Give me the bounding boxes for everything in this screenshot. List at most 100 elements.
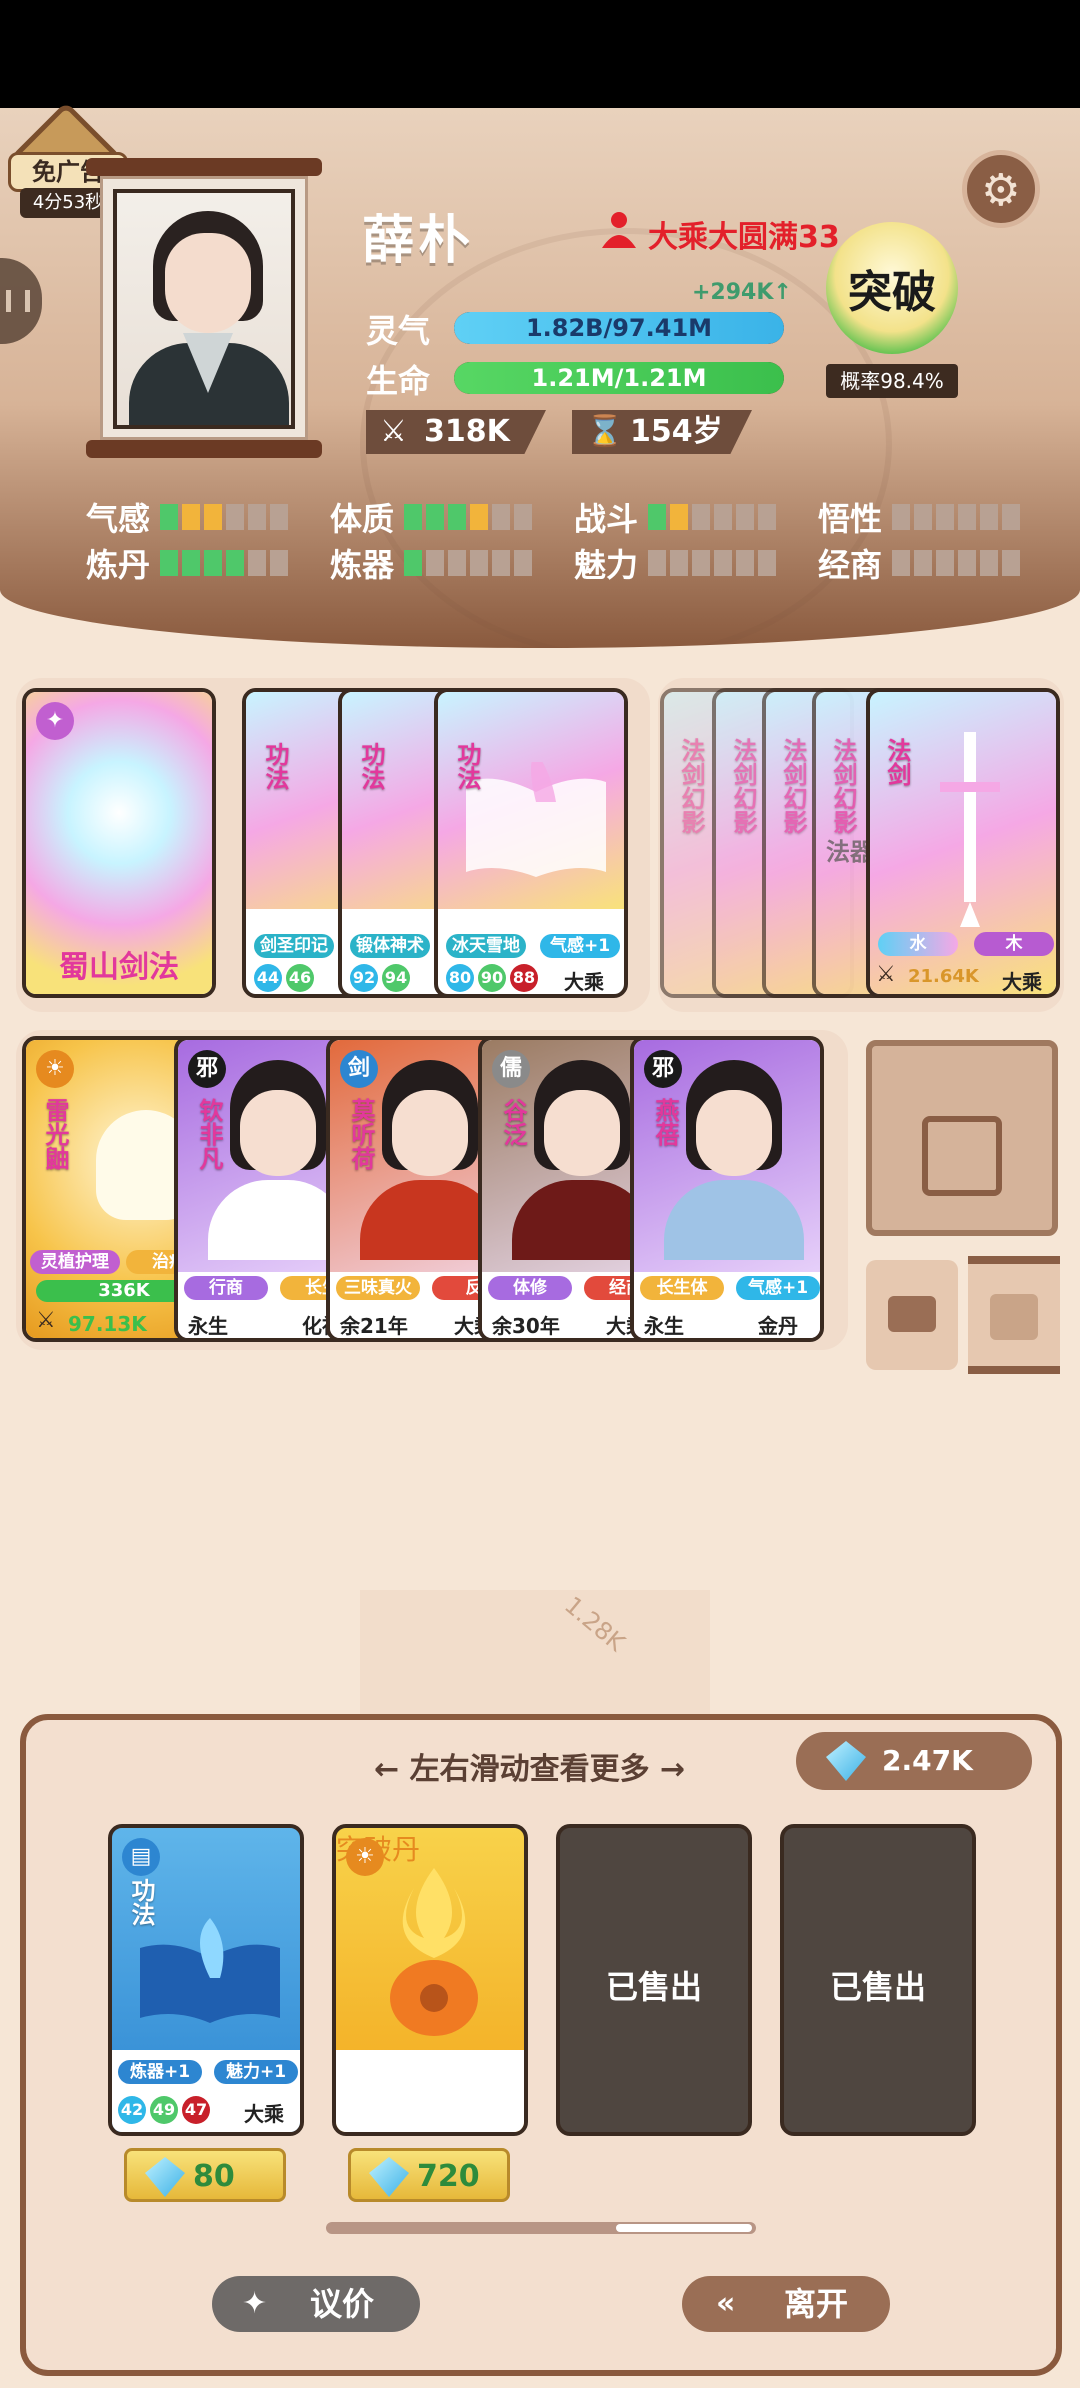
attribute-pip	[692, 504, 711, 530]
gear-icon: ⚙	[981, 165, 1021, 216]
card-rank: 大乘	[564, 970, 604, 994]
faction-badge: 邪	[644, 1050, 682, 1088]
attribute-pip	[492, 504, 511, 530]
leave-label: 离开	[784, 2285, 849, 2323]
card-kind: 功法	[357, 742, 385, 790]
attribute-pip	[1002, 550, 1021, 576]
gem-icon	[145, 2157, 185, 2197]
attribute-grid: 气感 体质 战斗 悟性 炼丹 炼器 魅力 经商	[86, 494, 1026, 594]
cultivation-realm: 大乘大圆满33	[648, 220, 840, 255]
storage-button[interactable]	[866, 1260, 958, 1370]
attribute-pip	[648, 504, 667, 530]
attribute-pip	[892, 504, 911, 530]
card-tag: 气感+1	[540, 934, 620, 958]
shop-item-technique[interactable]: ▤ 功法 炼器+1 魅力+1 42 49 47 大乘	[108, 1824, 304, 2136]
attribute-pip	[160, 504, 179, 530]
card-footer	[336, 2050, 524, 2132]
attribute-pip	[470, 550, 489, 576]
attribute-pip	[980, 504, 999, 530]
companion-lifespan: 永生	[644, 1314, 684, 1338]
shop-item-price[interactable]: 720	[348, 2148, 510, 2202]
player-age: ⌛ 154岁	[572, 410, 752, 454]
faction-badge: 儒	[492, 1050, 530, 1088]
companion-rank: 金丹	[758, 1314, 798, 1338]
companion-avatar	[240, 1090, 316, 1176]
attribute-pip	[470, 504, 489, 530]
attribute-pip	[670, 550, 689, 576]
companion-avatar	[544, 1090, 620, 1176]
breakthrough-button[interactable]: 突破	[826, 222, 958, 354]
weapon-power: 21.64K	[908, 966, 979, 987]
attribute-pip	[714, 504, 733, 530]
companion-card[interactable]: 邪燕蓓 长生体 气感+1 永生 金丹	[630, 1036, 824, 1342]
sword-power-icon: ⚔	[876, 962, 896, 987]
attribute-pip	[404, 504, 423, 530]
scrollbar-thumb[interactable]	[616, 2224, 752, 2232]
companion-lifespan: 余21年	[340, 1314, 408, 1338]
attribute-pip	[514, 550, 533, 576]
card-stat: 94	[382, 964, 410, 992]
shop-scrollbar[interactable]	[326, 2222, 756, 2234]
scroll-rod-bottom	[86, 440, 322, 458]
weapon-card-main[interactable]: 法剑 水 木 ⚔ 21.64K 大乘	[866, 688, 1060, 998]
attribute-pip	[758, 550, 777, 576]
card-stat: 80	[446, 964, 474, 992]
attribute-pip	[270, 504, 289, 530]
companion-tag: 三味真火	[336, 1276, 420, 1300]
attribute: 经商	[818, 540, 1021, 586]
card-tag: 炼器+1	[118, 2060, 202, 2084]
shrine-building-button[interactable]	[866, 1040, 1058, 1236]
gem-icon	[826, 1741, 866, 1781]
element-tag: 木	[974, 932, 1054, 956]
shop-item-price[interactable]: 80	[124, 2148, 286, 2202]
player-name: 薛朴	[362, 211, 475, 271]
card-tag: 魅力+1	[214, 2060, 298, 2084]
attribute-pip	[514, 504, 533, 530]
arrow-left-icon: «	[716, 2286, 736, 2321]
gem-icon	[369, 2157, 409, 2197]
attribute: 气感	[86, 494, 289, 540]
lingqi-gain: +294K↑	[692, 280, 792, 305]
attribute-pip	[648, 550, 667, 576]
attribute-pip	[448, 504, 467, 530]
attribute-pip	[226, 550, 245, 576]
coin-icon	[922, 1116, 1002, 1196]
attribute-pip	[714, 550, 733, 576]
companion-lifespan: 永生	[188, 1314, 228, 1338]
companion-avatar	[392, 1090, 468, 1176]
attribute: 悟性	[818, 494, 1021, 540]
attribute-name: 炼器	[330, 546, 395, 584]
attribute-pips	[892, 504, 1021, 530]
negotiate-button[interactable]: ✦ 议价	[212, 2276, 420, 2332]
attribute-pip	[404, 550, 423, 576]
attribute-pip	[736, 504, 755, 530]
technique-card-front[interactable]: 功法 冰天雪地 气感+1 80 90 88 大乘	[434, 688, 628, 998]
card-stat: 92	[350, 964, 378, 992]
technique-card-main[interactable]: ✦ 蜀山剑法	[22, 688, 216, 998]
attribute-pip	[204, 550, 223, 576]
attribute-pip	[958, 550, 977, 576]
card-stat: 49	[150, 2096, 178, 2124]
attribute-name: 魅力	[574, 546, 639, 584]
companion-lifespan: 余30年	[492, 1314, 560, 1338]
leave-button[interactable]: « 离开	[682, 2276, 890, 2332]
attribute-pip	[980, 550, 999, 576]
settings-button[interactable]: ⚙	[962, 150, 1040, 228]
attribute: 炼器	[330, 540, 533, 586]
card-stat: 44	[254, 964, 282, 992]
shop-scroll-hint: ← 左右滑动查看更多 →	[374, 1752, 686, 1787]
negotiate-label: 议价	[310, 2285, 375, 2323]
card-kind: 法剑幻影	[779, 738, 807, 834]
scroll-button[interactable]	[968, 1256, 1060, 1374]
attribute-pip	[936, 550, 955, 576]
sold-label: 已售出	[829, 1968, 926, 2006]
element-tag: 水	[878, 932, 958, 956]
attribute-pips	[160, 550, 289, 576]
attribute-pip	[226, 504, 245, 530]
gem-balance: 2.47K	[796, 1732, 1032, 1790]
player-portrait[interactable]	[86, 158, 322, 458]
shop-item-breakthrough-pill[interactable]: ☀ 突破丹	[332, 1824, 528, 2136]
companion-tag: 行商	[184, 1276, 268, 1300]
combat-power: ⚔ 318K	[366, 410, 546, 454]
life-label: 生命	[366, 362, 431, 400]
